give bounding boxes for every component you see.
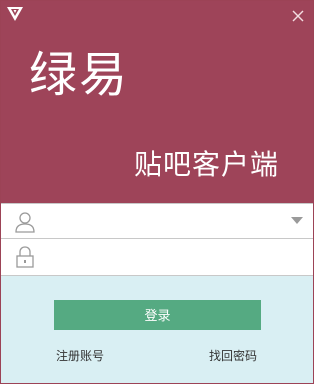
- login-button[interactable]: 登录: [54, 300, 261, 330]
- register-link[interactable]: 注册账号: [56, 348, 104, 364]
- triangle-logo-icon: [7, 7, 23, 21]
- header-banner: 绿易 贴吧客户端: [1, 1, 313, 203]
- password-row: [1, 239, 313, 276]
- forgot-password-link[interactable]: 找回密码: [209, 348, 257, 364]
- login-window: 绿易 贴吧客户端 登录 注册账号 找回密码: [0, 0, 314, 384]
- username-row: [1, 203, 313, 239]
- user-icon: [15, 212, 35, 233]
- brand-title: 绿易: [29, 47, 130, 103]
- brand-subtitle: 贴吧客户端: [133, 148, 279, 181]
- action-panel: 登录 注册账号 找回密码: [1, 276, 313, 383]
- dropdown-arrow-icon[interactable]: [291, 217, 303, 225]
- close-icon[interactable]: [291, 9, 305, 23]
- lock-icon: [16, 246, 34, 268]
- username-input[interactable]: [47, 208, 275, 234]
- password-input[interactable]: [47, 243, 275, 269]
